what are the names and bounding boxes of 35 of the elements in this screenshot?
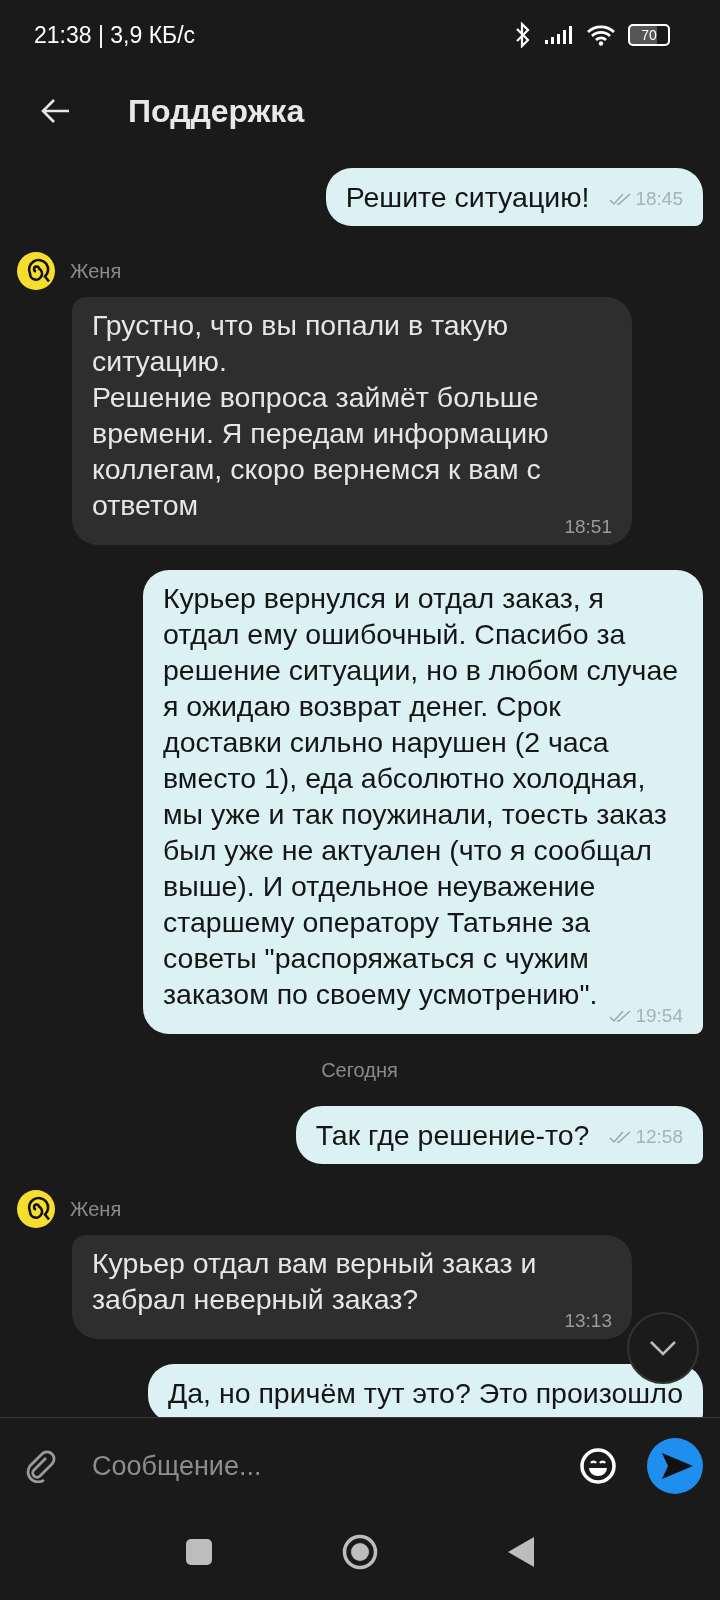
- send-arrow-icon: [660, 1451, 694, 1481]
- status-time: 21:38 | 3,9 КБ/с: [34, 21, 196, 49]
- bluetooth-icon: [514, 22, 532, 48]
- emoji-button[interactable]: [579, 1447, 617, 1485]
- circle-icon: [342, 1534, 378, 1570]
- square-icon: [186, 1539, 212, 1565]
- attach-button[interactable]: [24, 1449, 58, 1483]
- spiral-avatar-icon: [16, 1189, 56, 1229]
- message-time: 18:51: [564, 515, 612, 539]
- message-text: Решите ситуацию!: [345, 180, 590, 215]
- message-text: Да, но причём тут это? Это произошло: [167, 1376, 683, 1411]
- sender-name: Женя: [70, 259, 122, 283]
- back-arrow-icon: [40, 98, 70, 124]
- back-nav-button[interactable]: [508, 1537, 534, 1567]
- date-separator: Сегодня: [321, 1059, 398, 1082]
- wifi-icon: [586, 24, 616, 46]
- message-field[interactable]: Сообщение...: [76, 1442, 561, 1490]
- triangle-icon: [508, 1537, 534, 1567]
- message-time: 18:45: [635, 187, 683, 211]
- home-button[interactable]: [342, 1534, 378, 1570]
- smiley-icon: [579, 1447, 617, 1485]
- screen-title: Поддержка: [128, 92, 305, 130]
- spiral-avatar-icon: [16, 251, 56, 291]
- battery-level: 70: [641, 28, 657, 42]
- message-time: 12:58: [635, 1125, 683, 1149]
- paperclip-icon: [24, 1449, 58, 1483]
- message-text: Курьер отдал вам верный заказ и забрал неверный заказ?: [92, 1246, 538, 1317]
- message-text: Грустно, что вы попали в такую ситуацию. Решение вопроса займёт больше времени. Я передам информацию коллегам, скоро вернемся к вам с ответом: [92, 308, 550, 523]
- send-button[interactable]: [647, 1438, 703, 1494]
- signal-icon: [544, 25, 574, 45]
- message-text: Так где решение-то?: [315, 1118, 590, 1153]
- chevron-down-icon: [649, 1340, 677, 1356]
- recent-apps-button[interactable]: [186, 1539, 212, 1565]
- message-time: 13:13: [564, 1309, 612, 1333]
- sender-name: Женя: [70, 1197, 122, 1221]
